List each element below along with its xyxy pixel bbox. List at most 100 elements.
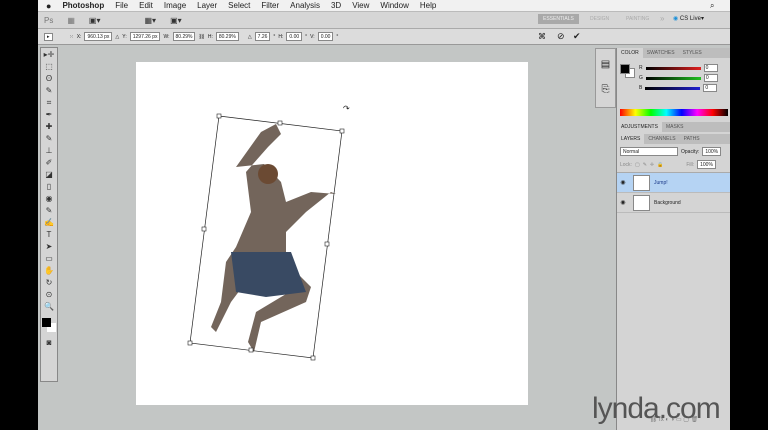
commit-transform-icon[interactable]: ✔	[573, 31, 581, 42]
tool-button[interactable]: ✒	[43, 110, 55, 120]
menu-3d[interactable]: 3D	[331, 1, 341, 10]
menu-layer[interactable]: Layer	[197, 1, 217, 10]
foreground-color-swatch[interactable]	[620, 64, 630, 74]
tab-masks[interactable]: MASKS	[662, 124, 688, 130]
menu-file[interactable]: File	[115, 1, 128, 10]
menu-analysis[interactable]: Analysis	[290, 1, 320, 10]
menu-select[interactable]: Select	[228, 1, 250, 10]
workspace-essentials[interactable]: ESSENTIALS	[538, 14, 579, 24]
menu-window[interactable]: Window	[380, 1, 408, 10]
ps-logo: Ps	[44, 15, 54, 25]
menu-edit[interactable]: Edit	[139, 1, 153, 10]
tab-channels[interactable]: CHANNELS	[644, 136, 679, 142]
tool-button[interactable]: ✍	[43, 218, 55, 228]
rotation-field[interactable]: 7.26	[254, 32, 271, 41]
tool-button[interactable]: ⊥	[43, 146, 55, 156]
lock-all-icon[interactable]: 🔒	[657, 162, 663, 168]
lock-position-icon[interactable]: ✛	[650, 162, 654, 168]
skew-h-field[interactable]: 0.00	[286, 32, 303, 41]
width-field[interactable]: 80.29%	[172, 32, 196, 41]
tab-styles[interactable]: STYLES	[679, 50, 706, 56]
link-icon[interactable]: ⛓	[198, 34, 204, 40]
tool-button[interactable]: ✐	[43, 158, 55, 168]
b-field[interactable]: 0	[703, 84, 718, 92]
workspace-design[interactable]: DESIGN	[585, 14, 614, 24]
tool-button[interactable]: ▯	[43, 182, 55, 192]
reference-point-icon[interactable]: ⁙	[70, 34, 74, 40]
lock-transparency-icon[interactable]: ▢	[635, 162, 640, 168]
blend-mode-select[interactable]: Normal	[620, 147, 678, 156]
launch-bridge-icon[interactable]: ▦	[67, 16, 75, 25]
height-field[interactable]: 80.29%	[215, 32, 239, 41]
tab-layers[interactable]: LAYERS	[617, 134, 645, 144]
color-spectrum-bar[interactable]	[620, 109, 728, 116]
tool-button[interactable]: ➤	[43, 242, 55, 252]
menu-filter[interactable]: Filter	[261, 1, 279, 10]
tool-button[interactable]: ↻	[43, 278, 55, 288]
tool-button[interactable]: ✚	[43, 122, 55, 132]
cancel-transform-icon[interactable]: ⊘	[557, 31, 565, 42]
menu-image[interactable]: Image	[164, 1, 186, 10]
spotlight-search-icon[interactable]: ⌕	[710, 1, 714, 11]
tool-button[interactable]: ◉	[43, 194, 55, 204]
warp-mode-icon[interactable]: ⌘	[538, 32, 546, 41]
tab-color[interactable]: COLOR	[617, 48, 643, 58]
tab-adjustments[interactable]: ADJUSTMENTS	[617, 122, 662, 132]
tool-button[interactable]: ✎	[43, 206, 55, 216]
tool-button[interactable]: ▭	[43, 254, 55, 264]
fill-field[interactable]: 100%	[697, 160, 716, 169]
quick-mask-icon[interactable]: ◙	[43, 338, 55, 348]
tool-button[interactable]: ✎	[43, 134, 55, 144]
color-panel-tabs: COLOR SWATCHES STYLES	[617, 48, 730, 58]
tab-paths[interactable]: PATHS	[680, 136, 704, 142]
layers-panel-tabs: LAYERS CHANNELS PATHS	[617, 134, 730, 144]
histogram-icon[interactable]: ▤	[596, 59, 615, 70]
x-field[interactable]: 960.13 px	[84, 32, 113, 41]
apple-menu-icon[interactable]: ●	[46, 1, 51, 11]
tab-swatches[interactable]: SWATCHES	[643, 50, 679, 56]
opacity-field[interactable]: 100%	[702, 147, 722, 156]
r-field[interactable]: 0	[703, 64, 718, 72]
extras-icon[interactable]: ▣▾	[170, 16, 182, 25]
fill-label: Fill:	[686, 161, 695, 168]
history-icon[interactable]: ⎘	[596, 84, 615, 95]
tool-button[interactable]: ⌗	[43, 98, 55, 108]
tool-button[interactable]: ▸✛	[43, 50, 55, 60]
tool-button[interactable]: ✎	[43, 86, 55, 96]
menu-photoshop[interactable]: Photoshop	[62, 1, 104, 10]
screen-mode-icon[interactable]: ▣▾	[89, 16, 101, 25]
fg-bg-color-swatches[interactable]	[42, 318, 56, 332]
tool-button[interactable]: 🔍	[43, 302, 55, 312]
layer-row-jump[interactable]: ◉ Jump!	[617, 173, 730, 193]
menu-help[interactable]: Help	[420, 1, 436, 10]
green-slider[interactable]: G0	[639, 74, 730, 82]
lynda-watermark: lynda.com	[592, 392, 721, 425]
visibility-eye-icon[interactable]: ◉	[617, 199, 629, 206]
layer-name: Jump!	[654, 179, 668, 186]
red-slider[interactable]: R0	[639, 64, 730, 72]
cs-live-button[interactable]: ◉ CS Live▾	[673, 15, 704, 22]
delta-icon[interactable]: △	[115, 34, 119, 40]
visibility-eye-icon[interactable]: ◉	[617, 179, 629, 186]
layer-row-background[interactable]: ◉ Background	[617, 193, 730, 213]
skew-v-label: V:	[310, 33, 315, 40]
y-field[interactable]: 1297.26 px	[129, 32, 161, 41]
tool-button[interactable]: ✋	[43, 266, 55, 276]
g-field[interactable]: 0	[703, 74, 718, 82]
panel-dock: ▤ ⎘	[595, 48, 616, 108]
tool-button[interactable]: ◪	[43, 170, 55, 180]
tool-button[interactable]: ⊙	[43, 290, 55, 300]
skew-v-field[interactable]: 0.00	[317, 32, 334, 41]
tool-button[interactable]: T	[43, 230, 55, 240]
document-canvas[interactable]	[136, 62, 528, 405]
tool-preset-icon[interactable]: ▸	[44, 32, 53, 41]
tool-button[interactable]: ⬚	[43, 62, 55, 72]
workspace-painting[interactable]: PAINTING	[621, 14, 654, 24]
lock-label: Lock:	[620, 161, 632, 168]
more-workspaces-button[interactable]: »	[655, 12, 669, 25]
arrange-docs-icon[interactable]: ▦▾	[144, 16, 156, 25]
lock-pixels-icon[interactable]: ✎	[643, 162, 647, 168]
menu-view[interactable]: View	[352, 1, 369, 10]
blue-slider[interactable]: B0	[639, 84, 730, 92]
tool-button[interactable]: ʘ	[43, 74, 55, 84]
